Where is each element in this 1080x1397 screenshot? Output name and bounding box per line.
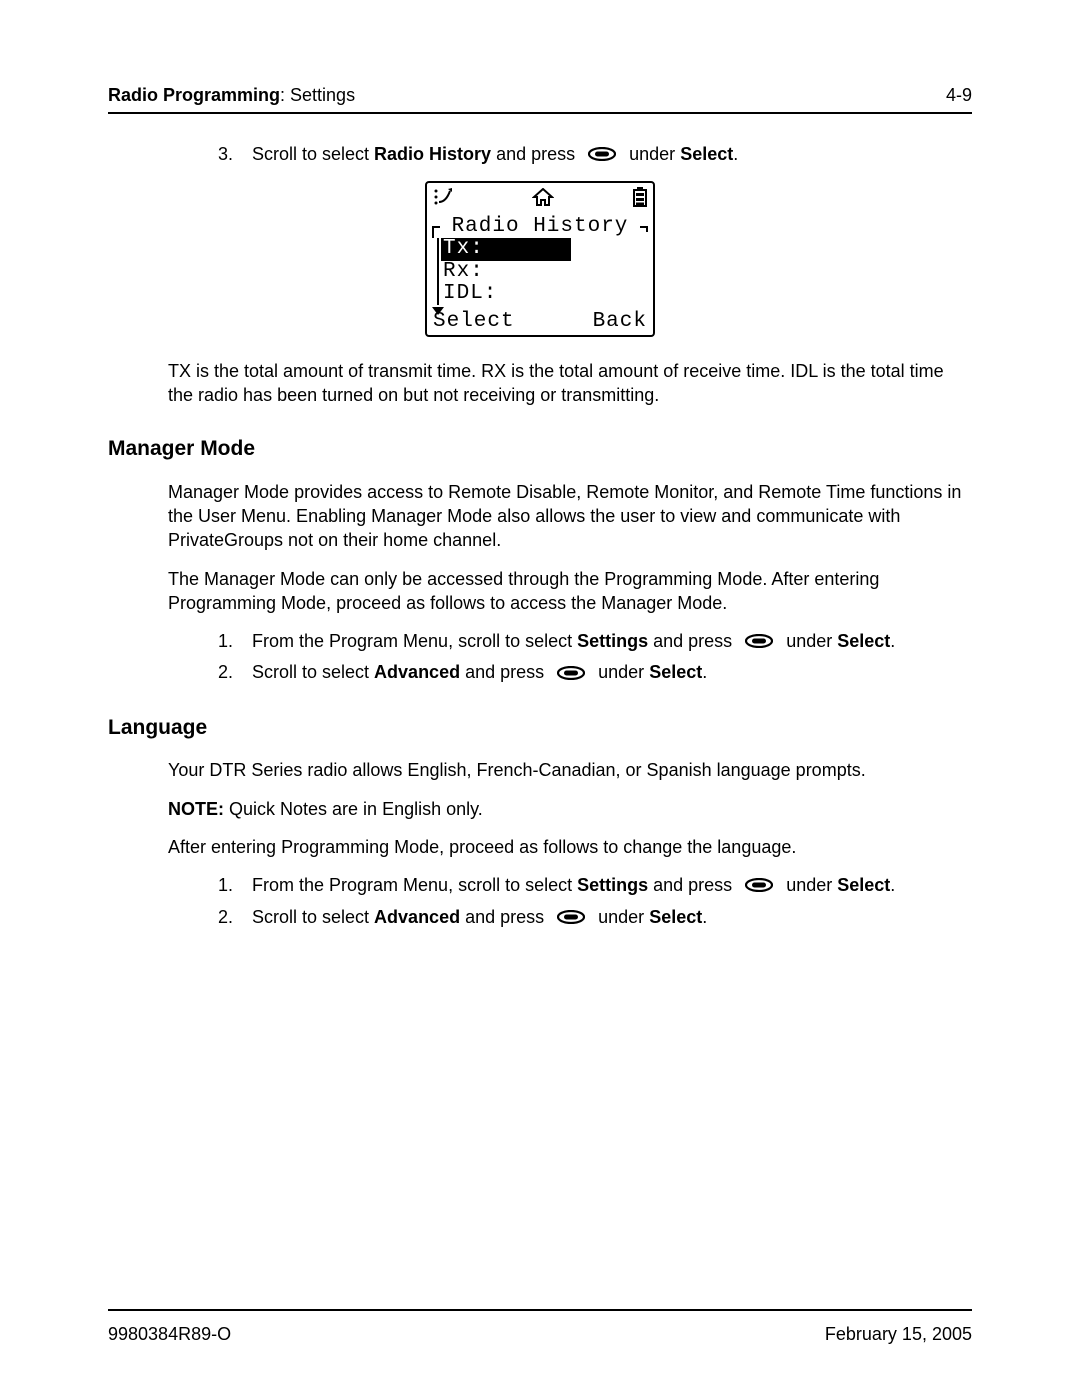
text: under [593,907,649,927]
text: under [781,875,837,895]
text: From the Program Menu, scroll to select [252,875,577,895]
step-text: Scroll to select Advanced and press unde… [252,905,972,930]
page-header: Radio Programming: Settings 4-9 [108,85,972,114]
language-p3: After entering Programming Mode, proceed… [168,835,972,859]
step-text: Scroll to select Advanced and press unde… [252,660,972,685]
lcd-title: Radio History [441,216,639,238]
term-select: Select [680,144,733,164]
tx-description: TX is the total amount of transmit time.… [168,359,972,408]
language-p1: Your DTR Series radio allows English, Fr… [168,758,972,782]
step-number: 1. [218,629,252,654]
softkey-icon [588,143,616,167]
lcd-softkeys: Select Back [431,311,649,333]
step-text: Scroll to select Radio History and press… [252,142,972,167]
text: Scroll to select [252,662,374,682]
text: . [890,875,895,895]
text: and press [460,907,549,927]
step-text: From the Program Menu, scroll to select … [252,629,972,654]
text: From the Program Menu, scroll to select [252,631,577,651]
lcd-title-row: Radio History [431,216,649,238]
term-settings: Settings [577,875,648,895]
lcd-row-rx: Rx: [441,261,641,283]
text: and press [648,631,737,651]
text: and press [491,144,580,164]
lcd-softkey-left: Select [433,311,515,333]
signal-icon [433,188,453,213]
text: and press [648,875,737,895]
bracket-right-icon [639,216,649,238]
step-number: 3. [218,142,252,167]
battery-icon [633,187,647,214]
header-section-rest: : Settings [280,85,355,105]
text: under [593,662,649,682]
lcd-row-tx: Tx: [441,238,641,260]
manager-p2: The Manager Mode can only be accessed th… [168,567,972,616]
lcd-row-text: Tx: [441,238,571,260]
footer-rule [108,1309,972,1311]
text: and press [460,662,549,682]
term-select: Select [837,631,890,651]
term-settings: Settings [577,631,648,651]
step-text: From the Program Menu, scroll to select … [252,873,972,898]
lcd-status-icons [431,185,649,218]
heading-language: Language [108,714,972,742]
term-select: Select [649,662,702,682]
manager-step-1: 1. From the Program Menu, scroll to sele… [218,629,972,654]
lcd-softkey-right: Back [593,311,647,333]
bracket-left-icon [431,216,441,238]
softkey-icon [745,874,773,898]
term-advanced: Advanced [374,662,460,682]
term-advanced: Advanced [374,907,460,927]
step-3: 3. Scroll to select Radio History and pr… [218,142,972,167]
footer-date: February 15, 2005 [825,1324,972,1345]
header-section: Radio Programming: Settings [108,85,355,106]
term-select: Select [837,875,890,895]
text: . [702,907,707,927]
language-note: NOTE: Quick Notes are in English only. [168,797,972,821]
text: Scroll to select [252,144,374,164]
step-number: 1. [218,873,252,898]
term-radio-history: Radio History [374,144,491,164]
text: . [733,144,738,164]
text: under [781,631,837,651]
manager-step-2: 2. Scroll to select Advanced and press u… [218,660,972,685]
softkey-icon [745,630,773,654]
term-select: Select [649,907,702,927]
language-step-2: 2. Scroll to select Advanced and press u… [218,905,972,930]
footer-doc-id: 9980384R89-O [108,1324,231,1345]
text: Scroll to select [252,907,374,927]
step-number: 2. [218,905,252,930]
softkey-icon [557,662,585,686]
text: . [890,631,895,651]
lcd-figure: Radio History Tx: Rx: IDL: Select Back [108,181,972,336]
text: . [702,662,707,682]
lcd-list: Tx: Rx: IDL: [437,238,641,304]
step-number: 2. [218,660,252,685]
text: under [624,144,680,164]
header-section-bold: Radio Programming [108,85,280,105]
manager-p1: Manager Mode provides access to Remote D… [168,480,972,553]
softkey-icon [557,906,585,930]
note-text: Quick Notes are in English only. [224,799,483,819]
note-label: NOTE: [168,799,224,819]
language-step-1: 1. From the Program Menu, scroll to sele… [218,873,972,898]
page-footer: 9980384R89-O February 15, 2005 [108,1324,972,1345]
header-page-number: 4-9 [946,85,972,106]
home-icon [532,188,554,213]
heading-manager-mode: Manager Mode [108,435,972,463]
lcd-screen: Radio History Tx: Rx: IDL: Select Back [425,181,655,336]
